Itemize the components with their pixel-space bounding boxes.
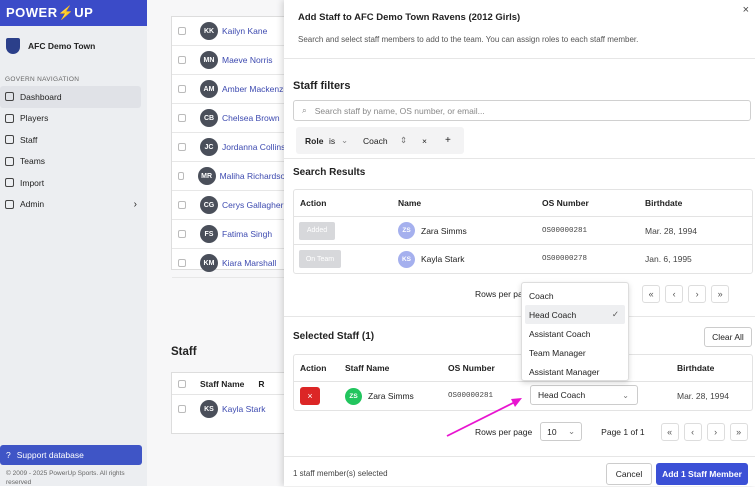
annotation-arrow [446,398,522,437]
